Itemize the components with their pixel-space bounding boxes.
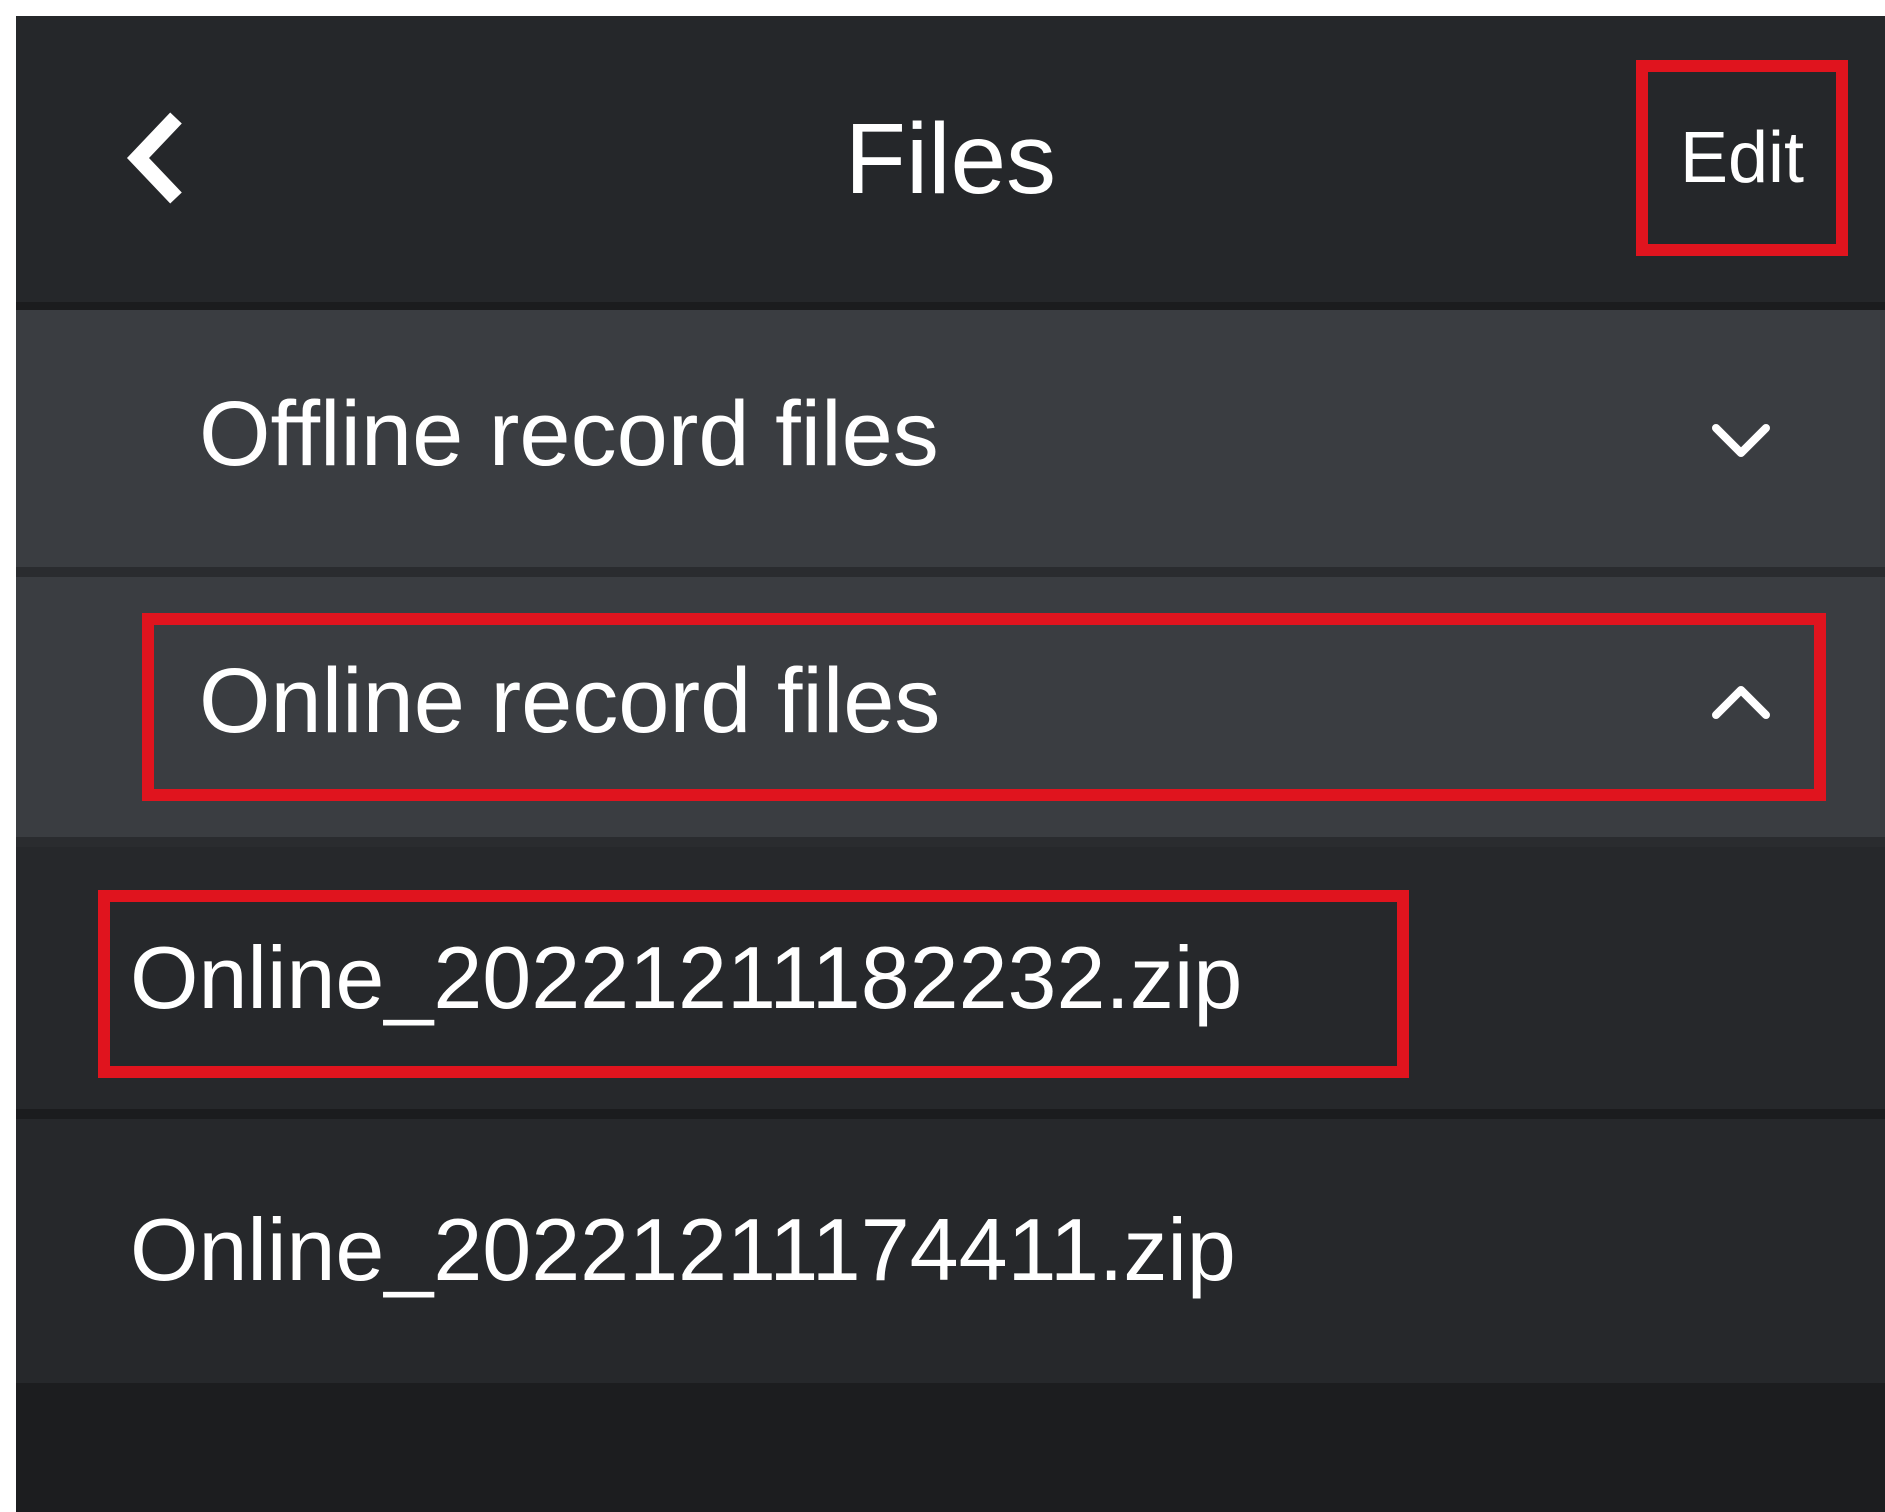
divider [16, 837, 1885, 847]
section-label-offline: Offline record files [199, 383, 939, 485]
file-name: Online_20221211182232.zip [130, 928, 1243, 1027]
divider [16, 1109, 1885, 1119]
files-screen: Files Edit Offline record files Online r… [16, 16, 1885, 1512]
file-list-item[interactable]: Online_20221211174411.zip [16, 1119, 1885, 1383]
section-offline-record-files[interactable]: Offline record files [16, 310, 1885, 567]
chevron-up-icon [1712, 686, 1770, 719]
file-name: Online_20221211174411.zip [130, 1200, 1236, 1299]
chevron-left-icon [126, 112, 182, 204]
empty-area [16, 1383, 1885, 1512]
section-online-record-files[interactable]: Online record files [16, 577, 1885, 837]
back-button[interactable] [116, 96, 226, 246]
chevron-down-icon [1712, 424, 1770, 457]
divider [16, 567, 1885, 577]
section-label-online: Online record files [199, 650, 941, 752]
file-list-item[interactable]: Online_20221211182232.zip [16, 847, 1885, 1109]
edit-button-label: Edit [1679, 118, 1805, 198]
edit-button[interactable]: Edit [1636, 60, 1848, 256]
page-title: Files [844, 103, 1057, 215]
header-bar: Files Edit [16, 16, 1885, 302]
